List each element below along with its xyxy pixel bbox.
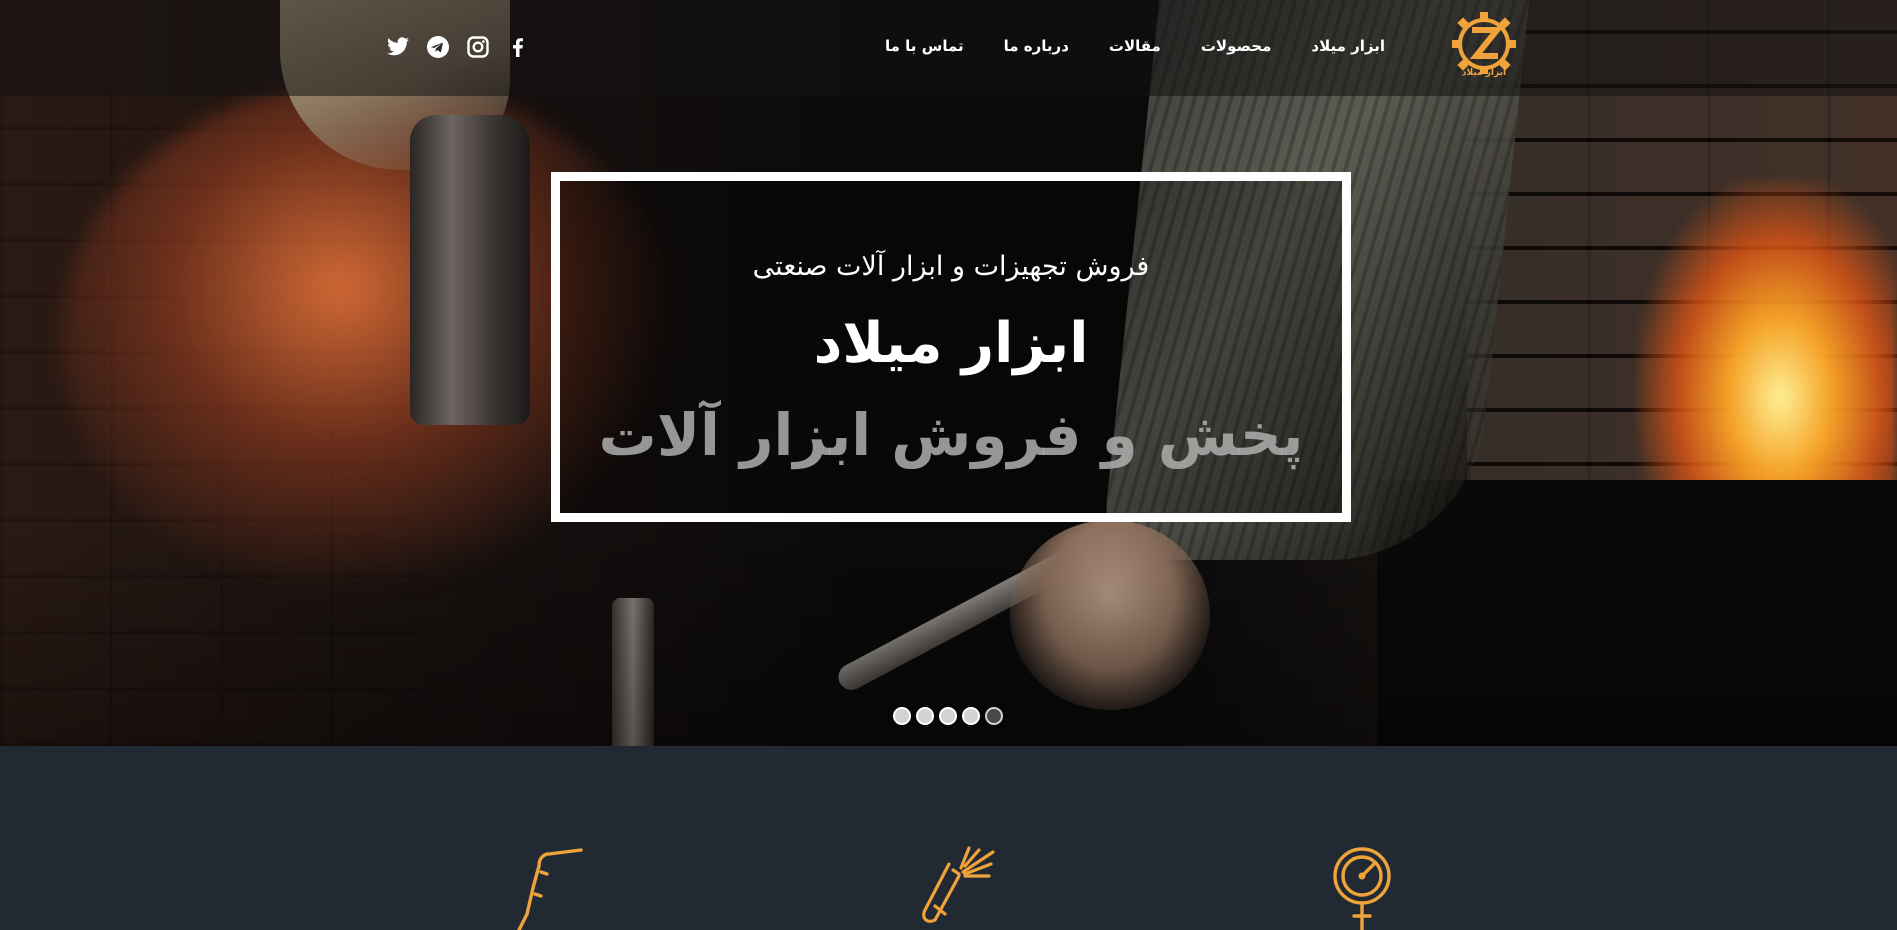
social-links bbox=[386, 33, 530, 61]
hero-card: فروش تجهیزات و ابزار آلات صنعتی ابزار می… bbox=[551, 172, 1351, 522]
site-logo[interactable]: ابزار میلاد bbox=[1445, 10, 1523, 82]
telegram-icon bbox=[427, 36, 449, 58]
telegram-link[interactable] bbox=[426, 35, 450, 59]
logo-text: ابزار میلاد bbox=[1461, 68, 1507, 78]
hero-title: ابزار میلاد bbox=[813, 311, 1089, 376]
nav-item-articles[interactable]: مقالات bbox=[1089, 34, 1181, 58]
twitter-icon bbox=[387, 37, 409, 56]
main-nav: ابزار میلاد محصولات مقالات درباره ما تما… bbox=[865, 34, 1405, 58]
twitter-link[interactable] bbox=[386, 35, 410, 59]
slider-dots bbox=[893, 707, 1003, 725]
facebook-icon bbox=[513, 38, 523, 57]
nav-item-contact[interactable]: تماس با ما bbox=[865, 34, 984, 58]
nav-item-products[interactable]: محصولات bbox=[1181, 34, 1292, 58]
welding-spark-icon bbox=[922, 846, 995, 923]
welding-torch-icon bbox=[517, 848, 583, 930]
slider-dot-1[interactable] bbox=[893, 707, 911, 725]
service-welding-spark[interactable] bbox=[905, 846, 995, 930]
instagram-icon bbox=[467, 36, 489, 58]
hero-tagline: پخش و فروش ابزار آلات bbox=[598, 401, 1304, 469]
navbar: ابزار میلاد ابزار میلاد محصولات مقالات د… bbox=[0, 0, 1897, 96]
hero-subtitle: فروش تجهیزات و ابزار آلات صنعتی bbox=[752, 251, 1150, 282]
instagram-link[interactable] bbox=[466, 35, 490, 59]
nav-item-home[interactable]: ابزار میلاد bbox=[1291, 34, 1405, 58]
nav-item-about[interactable]: درباره ما bbox=[984, 34, 1089, 58]
facebook-link[interactable] bbox=[506, 35, 530, 59]
slider-dot-5[interactable] bbox=[985, 707, 1003, 725]
pressure-gauge-icon bbox=[1333, 847, 1391, 930]
slider-dot-2[interactable] bbox=[916, 707, 934, 725]
service-pressure-gauge[interactable] bbox=[1318, 846, 1408, 930]
slider-dot-4[interactable] bbox=[962, 707, 980, 725]
hero-banner: فروش تجهیزات و ابزار آلات صنعتی ابزار می… bbox=[0, 0, 1897, 746]
service-welding-torch[interactable] bbox=[497, 846, 587, 930]
slider-dot-3[interactable] bbox=[939, 707, 957, 725]
services-strip bbox=[0, 746, 1897, 930]
